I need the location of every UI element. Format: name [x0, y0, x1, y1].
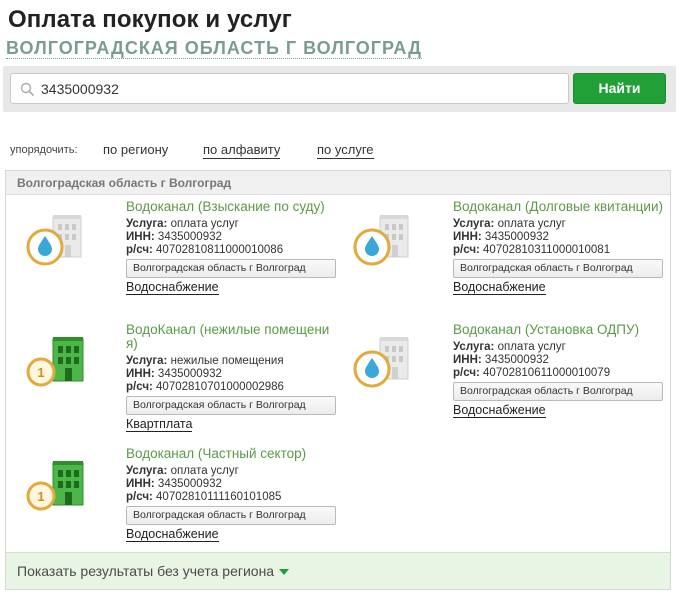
category-link[interactable]: Водоснабжение	[453, 281, 546, 295]
provider-card: Водоканал (Частный сектор) Услуга: оплат…	[126, 447, 341, 543]
service-value: нежилые помещения	[170, 355, 284, 367]
account-value: 40702810811000010086	[156, 244, 284, 256]
account-label: р/сч:	[453, 367, 480, 379]
provider-title-link[interactable]: Водоканал (Частный сектор)	[126, 447, 341, 461]
region-button[interactable]: Волгоградская область г Волгоград	[126, 506, 336, 525]
account-label: р/сч:	[126, 244, 153, 256]
inn-value: 3435000932	[157, 231, 222, 243]
category-link[interactable]: Квартплата	[126, 418, 193, 432]
sort-by-region[interactable]: по региону	[103, 142, 168, 158]
water-drop-building-icon	[353, 335, 410, 388]
provider-title-link[interactable]: Водоканал (Установка ОДПУ)	[453, 323, 668, 337]
account-value: 40702810611000010079	[483, 367, 611, 379]
provider-details: Услуга: оплата услуг ИНН: 3435000932 р/с…	[126, 465, 341, 504]
provider-title-link[interactable]: Водоканал (Взыскание по суду)	[126, 200, 341, 214]
service-value: оплата услуг	[170, 218, 239, 230]
green-building-coin-icon	[26, 459, 85, 511]
water-drop-building-icon	[26, 213, 83, 266]
region-button[interactable]: Волгоградская область г Волгоград	[126, 259, 336, 278]
region-selector-link[interactable]: ВОЛГОГРАДСКАЯ ОБЛАСТЬ Г ВОЛГОГРАД	[6, 38, 422, 59]
results-panel: Волгоградская область г Волгоград Водока…	[5, 170, 671, 590]
sort-by-service[interactable]: по услуге	[317, 142, 374, 159]
category-link[interactable]: Водоснабжение	[126, 281, 219, 295]
inn-label: ИНН:	[126, 368, 155, 380]
category-link[interactable]: Водоснабжение	[453, 404, 546, 418]
results-group-title: Волгоградская область г Волгоград	[17, 176, 232, 190]
service-label: Услуга:	[126, 355, 168, 367]
service-value: оплата услуг	[497, 341, 566, 353]
search-input[interactable]	[41, 74, 561, 103]
provider-details: Услуга: оплата услуг ИНН: 3435000932 р/с…	[453, 218, 668, 257]
provider-card: ВодоКанал (нежилые помещения) Услуга: не…	[126, 323, 341, 433]
provider-details: Услуга: оплата услуг ИНН: 3435000932 р/с…	[126, 218, 341, 257]
show-all-regions-label: Показать результаты без учета региона	[17, 563, 275, 579]
inn-label: ИНН:	[126, 478, 155, 490]
service-label: Услуга:	[126, 465, 168, 477]
show-all-regions-bar: Показать результаты без учета региона	[6, 552, 670, 589]
provider-details: Услуга: оплата услуг ИНН: 3435000932 р/с…	[453, 341, 668, 380]
service-value: оплата услуг	[170, 465, 239, 477]
green-building-coin-icon	[26, 335, 85, 387]
sort-label: упорядочить:	[10, 144, 78, 156]
service-label: Услуга:	[126, 218, 168, 230]
account-label: р/сч:	[126, 381, 153, 393]
inn-label: ИНН:	[453, 231, 482, 243]
provider-title-link[interactable]: Водоканал (Долговые квитанции)	[453, 200, 668, 214]
inn-value: 3435000932	[157, 368, 222, 380]
service-value: оплата услуг	[497, 218, 566, 230]
account-label: р/сч:	[453, 244, 480, 256]
sort-by-alphabet[interactable]: по алфавиту	[203, 142, 281, 159]
search-bar: Найти	[3, 66, 676, 112]
inn-value: 3435000932	[157, 478, 222, 490]
inn-label: ИНН:	[453, 354, 482, 366]
search-field[interactable]	[10, 73, 569, 104]
region-button[interactable]: Волгоградская область г Волгоград	[126, 396, 336, 415]
inn-label: ИНН:	[126, 231, 155, 243]
provider-details: Услуга: нежилые помещения ИНН: 343500093…	[126, 355, 341, 394]
provider-title-link[interactable]: ВодоКанал (нежилые помещения)	[126, 323, 341, 351]
inn-value: 3435000932	[484, 354, 549, 366]
provider-card: Водоканал (Долговые квитанции) Услуга: о…	[453, 200, 668, 296]
search-icon	[20, 82, 34, 96]
provider-card: Водоканал (Взыскание по суду) Услуга: оп…	[126, 200, 341, 296]
service-label: Услуга:	[453, 218, 495, 230]
category-link[interactable]: Водоснабжение	[126, 528, 219, 542]
results-group-header: Волгоградская область г Волгоград	[6, 171, 670, 195]
page-title: Оплата покупок и услуг	[8, 6, 292, 33]
search-button[interactable]: Найти	[573, 73, 666, 104]
inn-value: 3435000932	[484, 231, 549, 243]
chevron-down-icon	[279, 569, 290, 576]
account-value: 40702810701000002986	[156, 381, 284, 393]
show-all-regions-link[interactable]: Показать результаты без учета региона	[17, 563, 290, 579]
provider-card: Водоканал (Установка ОДПУ) Услуга: оплат…	[453, 323, 668, 419]
account-value: 40702810311000010081	[483, 244, 611, 256]
account-label: р/сч:	[126, 491, 153, 503]
water-drop-building-icon	[353, 213, 410, 266]
region-button[interactable]: Волгоградская область г Волгоград	[453, 259, 663, 278]
account-value: 40702810111160101085	[156, 491, 282, 503]
service-label: Услуга:	[453, 341, 495, 353]
region-button[interactable]: Волгоградская область г Волгоград	[453, 382, 663, 401]
